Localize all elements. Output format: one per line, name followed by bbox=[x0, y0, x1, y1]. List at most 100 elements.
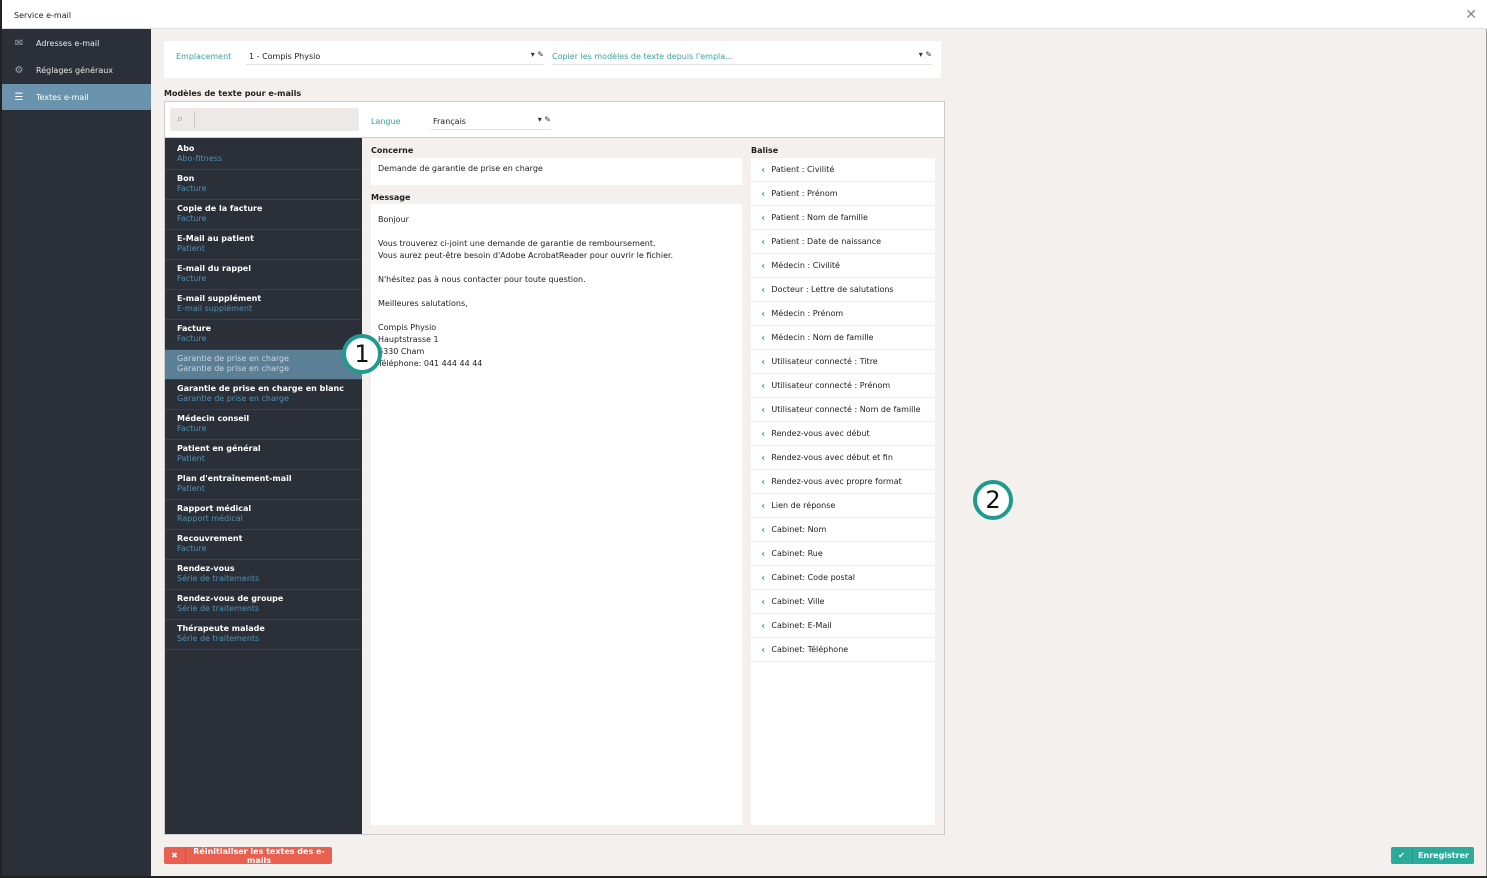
chevron-left-icon: ‹ bbox=[761, 307, 766, 320]
chevron-left-icon: ‹ bbox=[761, 499, 766, 512]
tag-label: Médecin : Civilité bbox=[771, 261, 840, 270]
template-name: Rendez-vous de groupe bbox=[177, 594, 284, 603]
tag-item[interactable]: ‹ Rendez-vous avec propre format bbox=[751, 470, 935, 494]
template-list-item[interactable]: E-mail supplément E-mail supplément bbox=[165, 290, 362, 320]
tag-label: Patient : Civilité bbox=[771, 165, 835, 174]
chevron-left-icon: ‹ bbox=[761, 427, 766, 440]
tag-item[interactable]: ‹ Cabinet: Nom bbox=[751, 518, 935, 542]
template-list: Abo Abo-fitness Bon Facture Copie de la fact… bbox=[165, 138, 362, 834]
copy-templates-placeholder: Copier les modèles de texte depuis l'emp… bbox=[552, 52, 733, 61]
message-line: N'hésitez pas à nous contacter pour tout… bbox=[378, 275, 586, 284]
tag-label: Docteur : Lettre de salutations bbox=[771, 285, 894, 294]
message-label: Message bbox=[371, 193, 411, 202]
template-list-item[interactable]: Rendez-vous de groupe Série de traitement… bbox=[165, 590, 362, 620]
tag-label: Patient : Date de naissance bbox=[771, 237, 882, 246]
tag-item[interactable]: ‹ Médecin : Nom de famille bbox=[751, 326, 935, 350]
chevron-left-icon: ‹ bbox=[761, 403, 766, 416]
tag-item[interactable]: ‹ Cabinet: Rue bbox=[751, 542, 935, 566]
tag-item[interactable]: ‹ Patient : Nom de famille bbox=[751, 206, 935, 230]
message-line bbox=[378, 226, 735, 238]
tag-item[interactable]: ‹ Cabinet: E-Mail bbox=[751, 614, 935, 638]
location-panel: Emplacement 1 - Compis Physio ▾ ✎ Copier… bbox=[164, 41, 941, 78]
tag-item[interactable]: ‹ Rendez-vous avec début bbox=[751, 422, 935, 446]
tag-item[interactable]: ‹ Utilisateur connecté : Nom de famille bbox=[751, 398, 935, 422]
sidebar-item-email-texts[interactable]: ☰ Textes e-mail bbox=[2, 84, 151, 110]
template-name: E-mail supplément bbox=[177, 294, 262, 303]
list-icon: ☰ bbox=[14, 91, 24, 103]
template-list-item[interactable]: E-Mail au patient Patient bbox=[165, 230, 362, 260]
tag-item[interactable]: ‹ Patient : Civilité bbox=[751, 158, 935, 182]
annotation-badge-2: 2 bbox=[973, 480, 1013, 520]
tag-label: Patient : Prénom bbox=[771, 189, 838, 198]
dropdown-pencil-icon[interactable]: ▾ ✎ bbox=[919, 50, 932, 59]
sidebar-item-email-addresses[interactable]: ✉ Adresses e-mail bbox=[2, 30, 151, 56]
template-list-item[interactable]: Rendez-vous Série de traitements bbox=[165, 560, 362, 590]
divider bbox=[194, 111, 195, 128]
template-name: Rapport médical bbox=[177, 504, 252, 513]
tag-item[interactable]: ‹ Lien de réponse bbox=[751, 494, 935, 518]
tag-item[interactable]: ‹ Cabinet: Téléphone bbox=[751, 638, 935, 662]
sidebar-item-label: Textes e-mail bbox=[36, 92, 89, 102]
message-line: Téléphone: 041 444 44 44 bbox=[378, 359, 483, 368]
tag-label: Cabinet: Téléphone bbox=[771, 645, 849, 654]
template-category: Patient bbox=[177, 454, 205, 463]
templates-header: ⌕ Langue Français ▾ ✎ bbox=[165, 102, 944, 138]
tag-item[interactable]: ‹ Médecin : Civilité bbox=[751, 254, 935, 278]
template-name: Rendez-vous bbox=[177, 564, 235, 573]
sidebar-item-label: Adresses e-mail bbox=[36, 38, 100, 48]
tag-item[interactable]: ‹ Utilisateur connecté : Prénom bbox=[751, 374, 935, 398]
template-list-item[interactable]: Recouvrement Facture bbox=[165, 530, 362, 560]
message-line: Compis Physio bbox=[378, 323, 437, 332]
chevron-left-icon: ‹ bbox=[761, 331, 766, 344]
tag-label: Cabinet: E-Mail bbox=[771, 621, 832, 630]
language-value: Français bbox=[433, 117, 466, 126]
template-list-item[interactable]: Garantie de prise en charge en blanc Gara… bbox=[165, 380, 362, 410]
template-name: Thérapeute malade bbox=[177, 624, 265, 633]
tag-item[interactable]: ‹ Médecin : Prénom bbox=[751, 302, 935, 326]
chevron-left-icon: ‹ bbox=[761, 571, 766, 584]
template-list-item[interactable]: Patient en général Patient bbox=[165, 440, 362, 470]
template-list-item[interactable]: Rapport médical Rapport médical bbox=[165, 500, 362, 530]
check-icon: ✔ bbox=[1391, 847, 1413, 864]
tag-item[interactable]: ‹ Patient : Date de naissance bbox=[751, 230, 935, 254]
search-input[interactable]: ⌕ bbox=[170, 108, 359, 131]
tag-item[interactable]: ‹ Cabinet: Code postal bbox=[751, 566, 935, 590]
template-list-item[interactable]: Copie de la facture Facture bbox=[165, 200, 362, 230]
language-select[interactable]: Français ▾ ✎ bbox=[431, 114, 551, 130]
tag-item[interactable]: ‹ Patient : Prénom bbox=[751, 182, 935, 206]
reset-label: Réinitialiser les textes des e-mails bbox=[193, 846, 325, 865]
template-category: Série de traitements bbox=[177, 604, 260, 613]
template-list-item[interactable]: Thérapeute malade Série de traitements bbox=[165, 620, 362, 650]
location-select[interactable]: 1 - Compis Physio ▾ ✎ bbox=[246, 49, 544, 65]
message-textarea[interactable]: Bonjour Vous trouverez ci-joint une deman… bbox=[371, 204, 742, 825]
tag-item[interactable]: ‹ Rendez-vous avec début et fin bbox=[751, 446, 935, 470]
template-list-item[interactable]: Plan d'entraînement-mail Patient bbox=[165, 470, 362, 500]
template-list-item[interactable]: Abo Abo-fitness bbox=[165, 140, 362, 170]
x-icon: ✖ bbox=[164, 847, 186, 864]
tag-label: Utilisateur connecté : Titre bbox=[771, 357, 878, 366]
subject-input[interactable]: Demande de garantie de prise en charge bbox=[371, 158, 742, 185]
dropdown-pencil-icon[interactable]: ▾ ✎ bbox=[538, 115, 551, 124]
chevron-left-icon: ‹ bbox=[761, 283, 766, 296]
template-list-item[interactable]: Facture Facture bbox=[165, 320, 362, 350]
tag-label: Rendez-vous avec début et fin bbox=[771, 453, 893, 462]
tag-label: Lien de réponse bbox=[771, 501, 836, 510]
sidebar-item-general-settings[interactable]: ⚙ Réglages généraux bbox=[2, 57, 151, 83]
template-category: Série de traitements bbox=[177, 634, 260, 643]
dropdown-pencil-icon[interactable]: ▾ ✎ bbox=[531, 50, 544, 59]
tag-item[interactable]: ‹ Docteur : Lettre de salutations bbox=[751, 278, 935, 302]
template-category: Facture bbox=[177, 184, 207, 193]
close-icon[interactable]: ✕ bbox=[1465, 7, 1477, 23]
template-list-item[interactable]: E-mail du rappel Facture bbox=[165, 260, 362, 290]
template-list-item[interactable]: Médecin conseil Facture bbox=[165, 410, 362, 440]
template-category: Facture bbox=[177, 424, 207, 433]
template-list-item[interactable]: Garantie de prise en charge Garantie de p… bbox=[165, 350, 362, 380]
template-list-item[interactable]: Bon Facture bbox=[165, 170, 362, 200]
template-name: E-mail du rappel bbox=[177, 264, 251, 273]
tag-item[interactable]: ‹ Cabinet: Ville bbox=[751, 590, 935, 614]
tag-item[interactable]: ‹ Utilisateur connecté : Titre bbox=[751, 350, 935, 374]
reset-texts-button[interactable]: ✖ Réinitialiser les textes des e-mails bbox=[164, 846, 332, 865]
save-button[interactable]: ✔ Enregistrer bbox=[1391, 847, 1474, 864]
copy-templates-select[interactable]: Copier les modèles de texte depuis l'emp… bbox=[552, 49, 932, 65]
template-category: Facture bbox=[177, 214, 207, 223]
